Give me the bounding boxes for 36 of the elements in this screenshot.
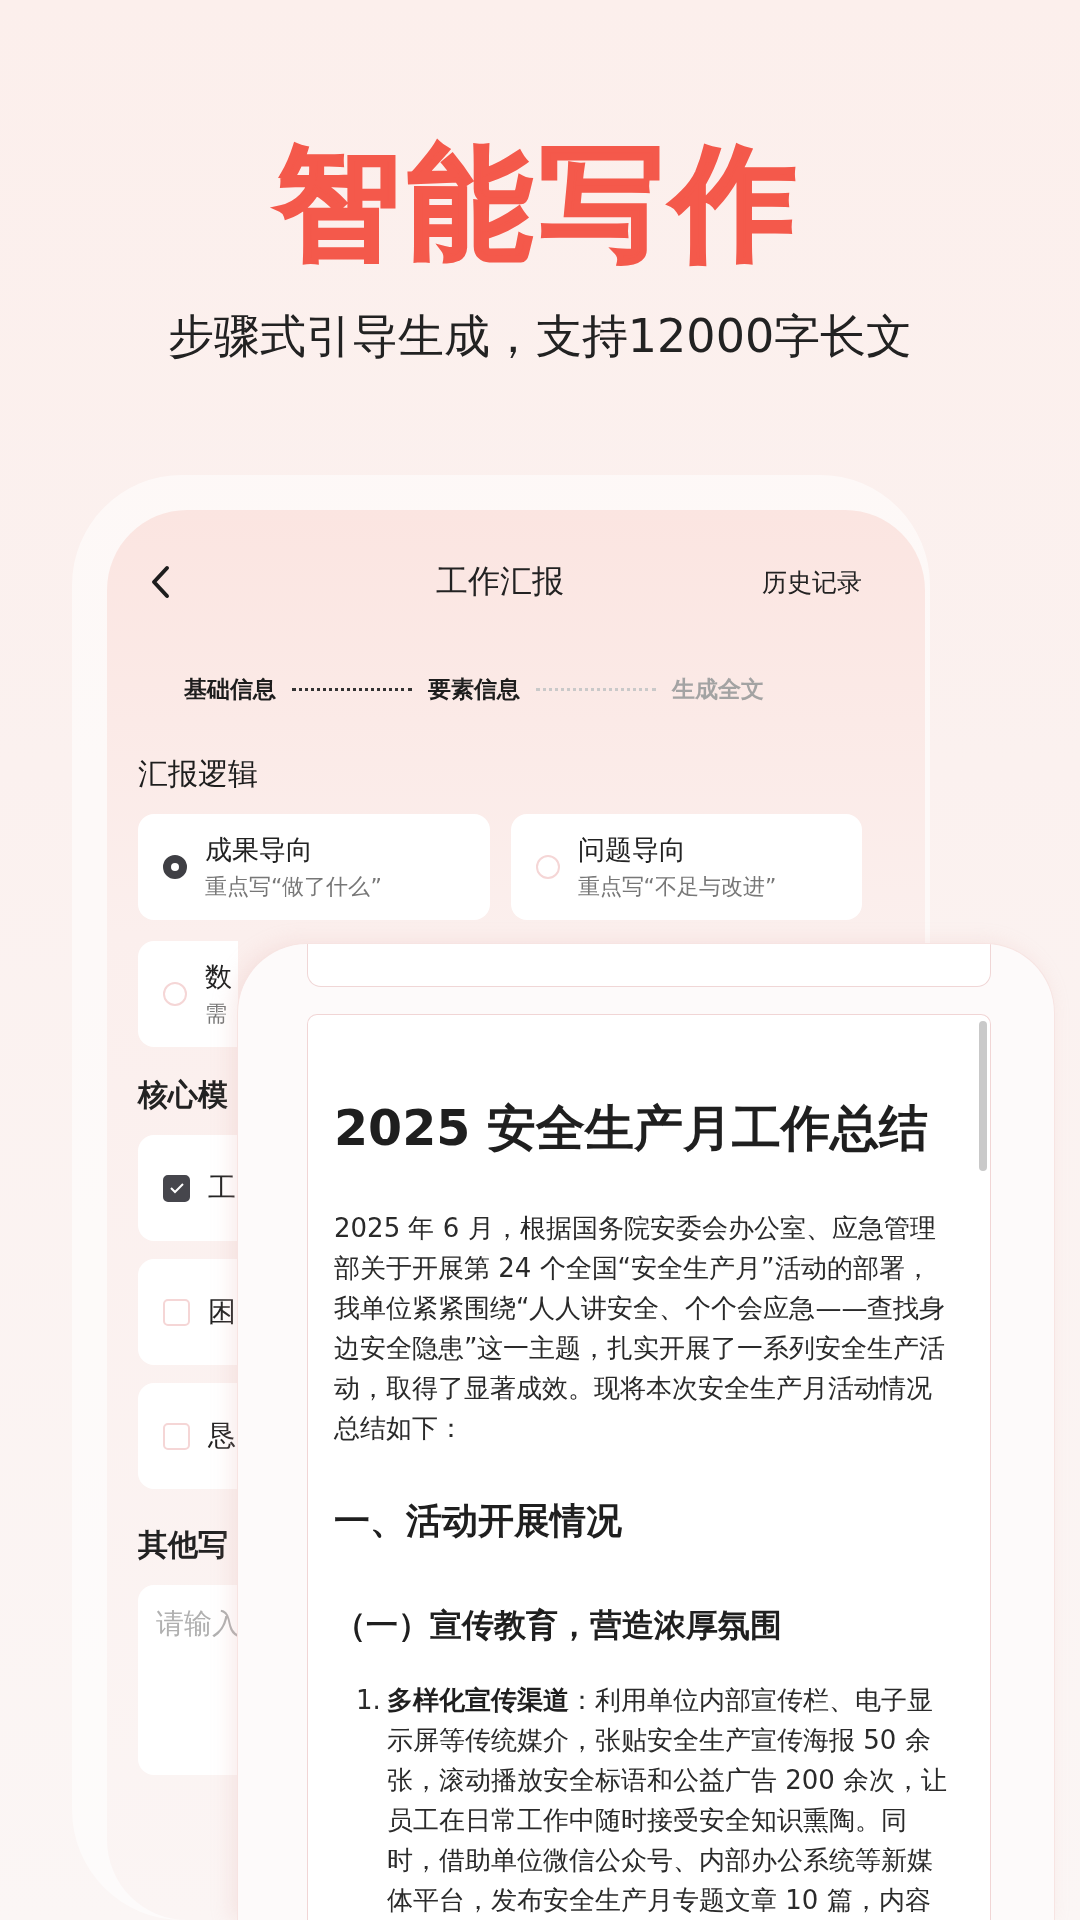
option-hint: 重点写“做了什么” — [205, 873, 382, 901]
radio-button[interactable] — [163, 855, 187, 879]
back-icon[interactable] — [150, 565, 172, 599]
option-title: 问题导向 — [577, 833, 687, 867]
section-title: 核心模 — [138, 1076, 228, 1114]
list-number: 1. — [356, 1684, 382, 1717]
option-title: 成果导向 — [205, 833, 314, 867]
module-label: 困 — [208, 1294, 236, 1330]
checkbox[interactable] — [163, 1174, 190, 1202]
step-label: 基础信息 — [184, 674, 276, 704]
list-item-text: 多样化宣传渠道：利用单位内部宣传栏、电子显示屏等传统媒介，张贴安全生产宣传海报 50 余张，滚动播放安全标语和公益广告 200 余次，让员工在日常工作中随时接受安全知识熏陶。同时，借助单位微信公众号、内部办公系统等新媒体平台，发布安全生产月专题文章 10 篇，内容 — [387, 1684, 949, 1917]
option-hint: 需 — [205, 1000, 228, 1028]
module-card[interactable]: 恳 — [138, 1383, 238, 1489]
module-label: 恳 — [208, 1418, 236, 1454]
step-label: 要素信息 — [428, 674, 520, 704]
history-link[interactable]: 历史记录 — [762, 565, 862, 599]
paragraph: 2025 年 6 月，根据国务院安委会办公室、应急管理部关于开展第 24 个全国“安全生产月”活动的部署，我单位紧紧围绕“人人讲安全、个个会应急——查找身边安全隐患”这一主题，扎实开展了一系列安全生产活动，取得了显著成效。现将本次安全生产月活动情况总结如下： — [334, 1212, 947, 1445]
section-title: 其他写 — [138, 1526, 228, 1564]
scrollbar[interactable] — [979, 1021, 987, 1171]
document-title: 2025 安全生产月工作总结 — [334, 1099, 930, 1159]
option-card[interactable]: 数 需 — [138, 941, 238, 1047]
headline: 智能写作 — [276, 130, 804, 277]
subtitle: 步骤式引导生成，支持12000字长文 — [167, 308, 913, 365]
module-card[interactable]: 困 — [138, 1259, 238, 1365]
option-card[interactable]: 成果导向 重点写“做了什么” — [138, 814, 490, 920]
option-hint: 重点写“不足与改进” — [577, 873, 777, 901]
module-card[interactable]: 工 — [138, 1135, 238, 1241]
section-heading: 一、活动开展情况 — [334, 1499, 623, 1543]
step-label: 生成全文 — [672, 674, 764, 704]
option-card[interactable]: 问题导向 重点写“不足与改进” — [510, 814, 862, 920]
module-label: 工 — [208, 1170, 236, 1206]
option-title: 数 — [205, 960, 232, 994]
screen-title: 工作汇报 — [436, 562, 564, 600]
check-icon — [168, 1182, 185, 1194]
subsection-heading: （一）宣传教育，营造浓厚氛围 — [334, 1605, 783, 1646]
section-title: 汇报逻辑 — [138, 755, 258, 793]
